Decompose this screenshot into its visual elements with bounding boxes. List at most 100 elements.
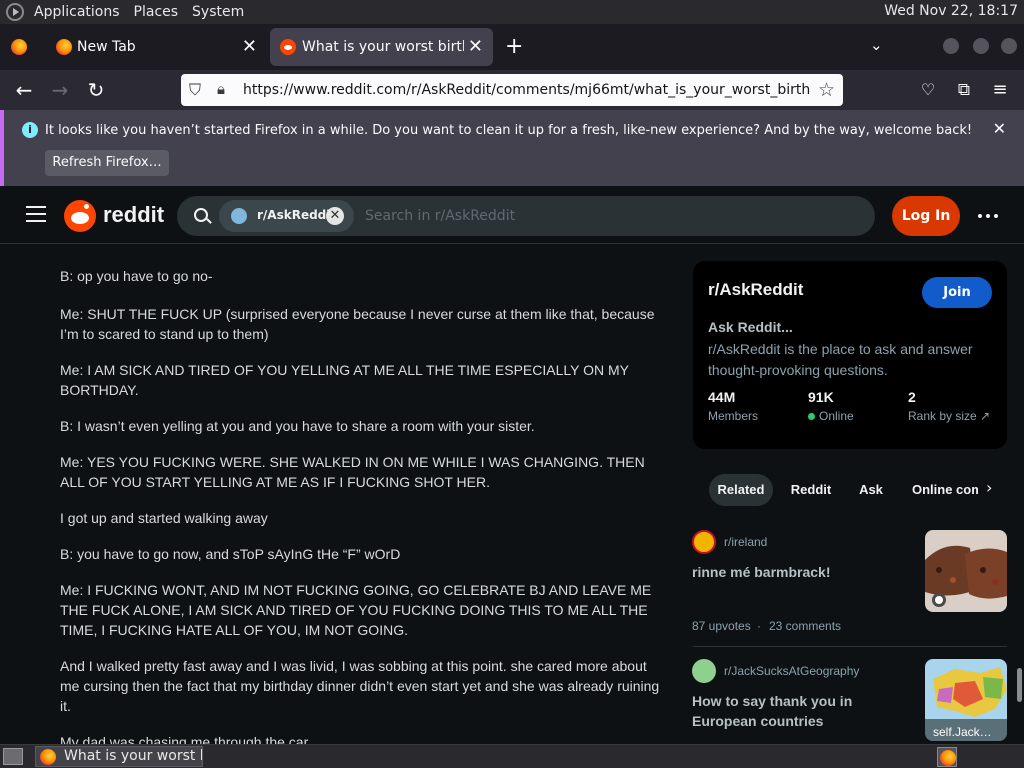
related-post-title[interactable]: How to say thank you in European countri…: [692, 691, 914, 731]
divider: [693, 646, 1007, 647]
related-post-subreddit[interactable]: r/JackSucksAtGeography: [724, 664, 859, 678]
comment-paragraph: Me: YES YOU FUCKING WERE. SHE WALKED IN …: [60, 454, 645, 490]
search-input[interactable]: Search in r/AskReddit: [365, 208, 515, 224]
reddit-menu-icon[interactable]: [26, 206, 46, 222]
tab-related[interactable]: Related: [709, 474, 773, 506]
lock-icon[interactable]: 🔒︎: [217, 80, 225, 98]
comment-paragraph: B: you have to go now, and sToP sAyInG t…: [60, 546, 401, 562]
related-post-upvotes: 87 upvotes: [692, 619, 751, 633]
comment-paragraph: B: op you have to go no-: [60, 268, 213, 284]
url-bar[interactable]: ⛉ 🔒︎ https://www.reddit.com/r/AskReddit/…: [181, 74, 843, 106]
related-post-title[interactable]: rinne mé barmbrack!: [692, 562, 912, 582]
tab-reddit[interactable]: Reddit: [785, 474, 837, 506]
tab-title: New Tab: [77, 39, 136, 55]
tab-new-tab[interactable]: New Tab ✕: [45, 28, 267, 66]
barmbrack-thumbnail[interactable]: [925, 530, 1007, 612]
menu-places[interactable]: Places: [134, 4, 179, 20]
top-panel: Applications Places System Wed Nov 22, 1…: [0, 0, 1024, 24]
menu-applications[interactable]: Applications: [34, 4, 120, 20]
maximize-window-icon[interactable]: [973, 38, 989, 54]
web-page: Then Bitch comes in B: op you have to go…: [0, 188, 1024, 744]
stat-label: Online: [819, 409, 854, 423]
more-options-icon[interactable]: [978, 214, 998, 218]
related-post-comments: 23 comments: [769, 619, 842, 633]
stat-members: 44M Members: [708, 389, 758, 423]
info-icon: i: [22, 122, 38, 138]
subreddit-tagline: Ask Reddit...: [708, 319, 793, 335]
stat-label: Members: [708, 409, 759, 423]
close-notification-icon[interactable]: ✕: [993, 119, 1006, 138]
stat-value: 91K: [808, 389, 834, 405]
back-arrow-icon[interactable]: ←: [10, 78, 38, 102]
minimize-window-icon[interactable]: [943, 38, 959, 54]
stat-label[interactable]: Rank by size: [908, 409, 977, 423]
europe-map-thumbnail[interactable]: self.Jack…: [925, 659, 1007, 741]
tab-title: What is your worst birthday: [302, 39, 464, 55]
refresh-notification-bar: i It looks like you haven’t started Fire…: [0, 110, 1024, 186]
tab-strip: New Tab ✕ What is your worst birthday ✕ …: [0, 24, 1024, 70]
stat-value: 44M: [708, 389, 736, 405]
taskbar-window-button[interactable]: What is your worst b…: [35, 746, 203, 767]
comment-paragraph: I got up and started walking away: [60, 510, 268, 526]
comment-paragraph: Me: I FUCKING WONT, AND IM NOT FUCKING G…: [60, 582, 652, 638]
subreddit-name[interactable]: r/AskReddit: [708, 280, 803, 300]
list-tabs-chevron-down-icon[interactable]: ⌄: [870, 36, 883, 54]
page-scrollbar[interactable]: [1017, 668, 1022, 702]
jacksucksatgeography-avatar-icon: [692, 659, 716, 683]
refresh-firefox-button[interactable]: Refresh Firefox…: [45, 150, 169, 176]
comment-paragraph: Me: SHUT THE FUCK UP (surprised everyone…: [60, 306, 655, 342]
reddit-header: reddit r/AskReddit ✕ Search in r/AskRedd…: [0, 188, 1024, 244]
close-tab-icon[interactable]: ✕: [468, 36, 483, 57]
new-tab-plus-icon[interactable]: +: [505, 34, 523, 59]
comment-paragraph: My dad was chasing me through the car: [60, 734, 309, 744]
shield-icon[interactable]: ⛉: [189, 80, 201, 100]
menu-system[interactable]: System: [192, 4, 244, 20]
comment-paragraph: And I walked pretty fast away and I was …: [60, 658, 660, 714]
distro-logo-icon[interactable]: [6, 3, 24, 21]
show-desktop-icon[interactable]: [3, 748, 23, 765]
reload-icon[interactable]: ↻: [82, 78, 110, 102]
tab-active[interactable]: What is your worst birthday ✕: [270, 28, 493, 66]
subreddit-card: r/AskReddit Join Ask Reddit... r/AskRedd…: [693, 261, 1007, 449]
url-text[interactable]: https://www.reddit.com/r/AskReddit/comme…: [243, 82, 811, 98]
reddit-wordmark[interactable]: reddit: [103, 202, 164, 228]
login-button[interactable]: Log In: [892, 196, 960, 236]
tabs-chevron-right-icon[interactable]: ›: [986, 478, 992, 497]
stat-online: 91K Online: [808, 389, 854, 423]
tab-online-communities[interactable]: Online com: [906, 474, 978, 506]
reddit-search-bar[interactable]: r/AskReddit ✕ Search in r/AskReddit: [177, 196, 875, 236]
stat-rank: 2 Rank by size ↗: [908, 389, 990, 423]
close-window-icon[interactable]: [1001, 38, 1017, 54]
clock[interactable]: Wed Nov 22, 18:17: [884, 3, 1018, 19]
pocket-icon[interactable]: ♡: [914, 78, 942, 102]
extensions-puzzle-icon[interactable]: ⧉: [950, 78, 978, 102]
comment-paragraph: B: I wasn’t even yelling at you and you …: [60, 418, 535, 434]
join-button[interactable]: Join: [922, 277, 992, 308]
reddit-favicon-icon: [280, 39, 296, 55]
stat-label-wrap[interactable]: Rank by size ↗: [908, 409, 990, 423]
forward-arrow-icon[interactable]: →: [46, 78, 74, 102]
subreddit-search-chip[interactable]: r/AskReddit ✕: [219, 200, 354, 232]
external-link-icon[interactable]: ↗: [980, 409, 990, 423]
workspace-switcher-icon[interactable]: [937, 747, 957, 767]
notification-message: It looks like you haven’t started Firefo…: [45, 123, 973, 138]
bookmark-star-icon[interactable]: ☆: [818, 79, 835, 101]
firefox-icon: [40, 749, 56, 765]
reddit-logo-icon[interactable]: [64, 200, 96, 232]
ireland-avatar-icon: [692, 530, 716, 554]
firefox-view-icon[interactable]: [11, 39, 27, 55]
chip-label: r/AskReddit: [257, 208, 337, 222]
search-icon: [194, 208, 208, 222]
close-tab-icon[interactable]: ✕: [242, 36, 257, 57]
related-post-subreddit[interactable]: r/ireland: [724, 535, 767, 549]
tab-ask[interactable]: Ask: [852, 474, 890, 506]
hamburger-menu-icon[interactable]: ≡: [986, 78, 1014, 102]
firefox-icon: [56, 39, 72, 55]
subreddit-description: r/AskReddit is the place to ask and answ…: [708, 341, 973, 378]
taskbar-window-title: What is your worst b…: [64, 748, 202, 764]
firefox-icon: [940, 750, 956, 766]
nav-bar: ← → ↻ ⛉ 🔒︎ https://www.reddit.com/r/AskR…: [0, 70, 1024, 110]
thumbnail-label: self.Jack…: [933, 725, 992, 739]
clear-chip-icon[interactable]: ✕: [326, 207, 344, 225]
comment-paragraph: Me: I AM SICK AND TIRED OF YOU YELLING A…: [60, 362, 629, 398]
